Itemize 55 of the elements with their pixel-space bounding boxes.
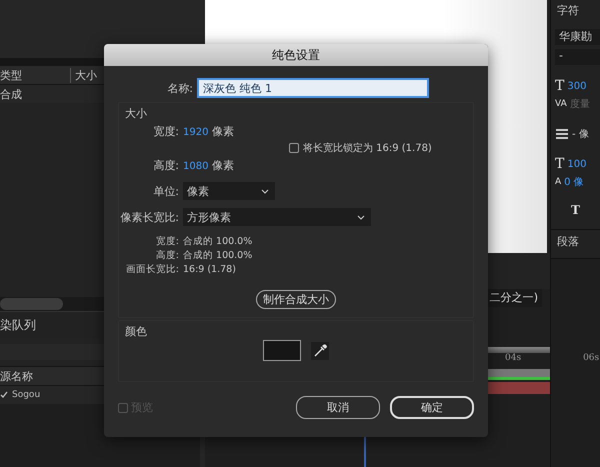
- time-navigator-bar[interactable]: [485, 347, 550, 353]
- baseline-shift-value[interactable]: 0 像: [564, 175, 584, 189]
- width-value[interactable]: 1920: [183, 126, 208, 138]
- unit-label: 像素: [212, 124, 234, 138]
- section-title: 大小: [124, 106, 148, 120]
- vertical-scale-icon: T: [555, 156, 564, 172]
- eyedropper-icon[interactable]: [311, 342, 329, 360]
- check-icon[interactable]: [0, 391, 8, 399]
- info-value: 合成的 100.0%: [183, 248, 254, 262]
- checkbox[interactable]: [118, 402, 128, 412]
- info-label: 高度:: [154, 248, 179, 262]
- checkbox[interactable]: [288, 143, 299, 153]
- field-label: 宽度:: [152, 124, 179, 138]
- info-value: 合成的 100.0%: [183, 234, 254, 248]
- units-dropdown[interactable]: 像素: [183, 182, 275, 200]
- font-dropdown[interactable]: 华康勘: [555, 29, 600, 45]
- kerning-icon: VA: [555, 99, 567, 109]
- work-area-bar[interactable]: [485, 369, 550, 377]
- info-label: 画面长宽比:: [124, 262, 179, 276]
- font-size-icon: T: [555, 78, 564, 94]
- panel-title[interactable]: 字符: [551, 0, 600, 25]
- column-header[interactable]: 类型: [0, 68, 26, 82]
- stroke-value[interactable]: - 像: [572, 127, 589, 141]
- bold-icon[interactable]: T: [571, 203, 580, 217]
- zoom-dropdown[interactable]: 二分之一): [486, 289, 542, 307]
- track-line: [485, 377, 550, 380]
- unit-label: 像素: [212, 158, 234, 172]
- section-title: 颜色: [124, 324, 148, 338]
- vertical-scale-value[interactable]: 100: [567, 158, 586, 170]
- name-field[interactable]: 深灰色 纯色 1: [197, 78, 429, 98]
- field-label: 单位:: [152, 184, 179, 198]
- cancel-button[interactable]: 取消: [296, 396, 380, 419]
- scrollbar-thumb[interactable]: [0, 298, 63, 310]
- column-header[interactable]: 源名称: [0, 368, 37, 384]
- ok-button[interactable]: 确定: [390, 396, 474, 419]
- column-header[interactable]: 大小: [70, 68, 101, 82]
- font-size-value[interactable]: 300: [567, 80, 586, 92]
- height-value[interactable]: 1080: [183, 160, 208, 172]
- info-label: 宽度:: [154, 234, 179, 248]
- make-comp-size-button[interactable]: 制作合成大小: [256, 290, 336, 309]
- row-label: Sogou: [12, 390, 40, 400]
- chevron-icon: [261, 188, 269, 194]
- field-label: 高度:: [152, 158, 179, 172]
- style-dropdown[interactable]: -: [555, 49, 600, 65]
- time-marker: 06s: [583, 353, 600, 365]
- field-label: 像素长宽比:: [119, 210, 179, 224]
- time-marker: 04s: [505, 353, 522, 365]
- color-swatch[interactable]: [263, 340, 301, 361]
- pixel-aspect-dropdown[interactable]: 方形像素: [183, 208, 371, 226]
- chevron-icon: [357, 214, 365, 220]
- dialog-title: 纯色设置: [104, 44, 488, 66]
- stroke-icon: [555, 128, 569, 140]
- info-value: 16:9 (1.78): [183, 264, 237, 274]
- baseline-shift-icon: A: [555, 177, 562, 187]
- checkbox-label: 将长宽比锁定为 16:9 (1.78): [302, 142, 432, 155]
